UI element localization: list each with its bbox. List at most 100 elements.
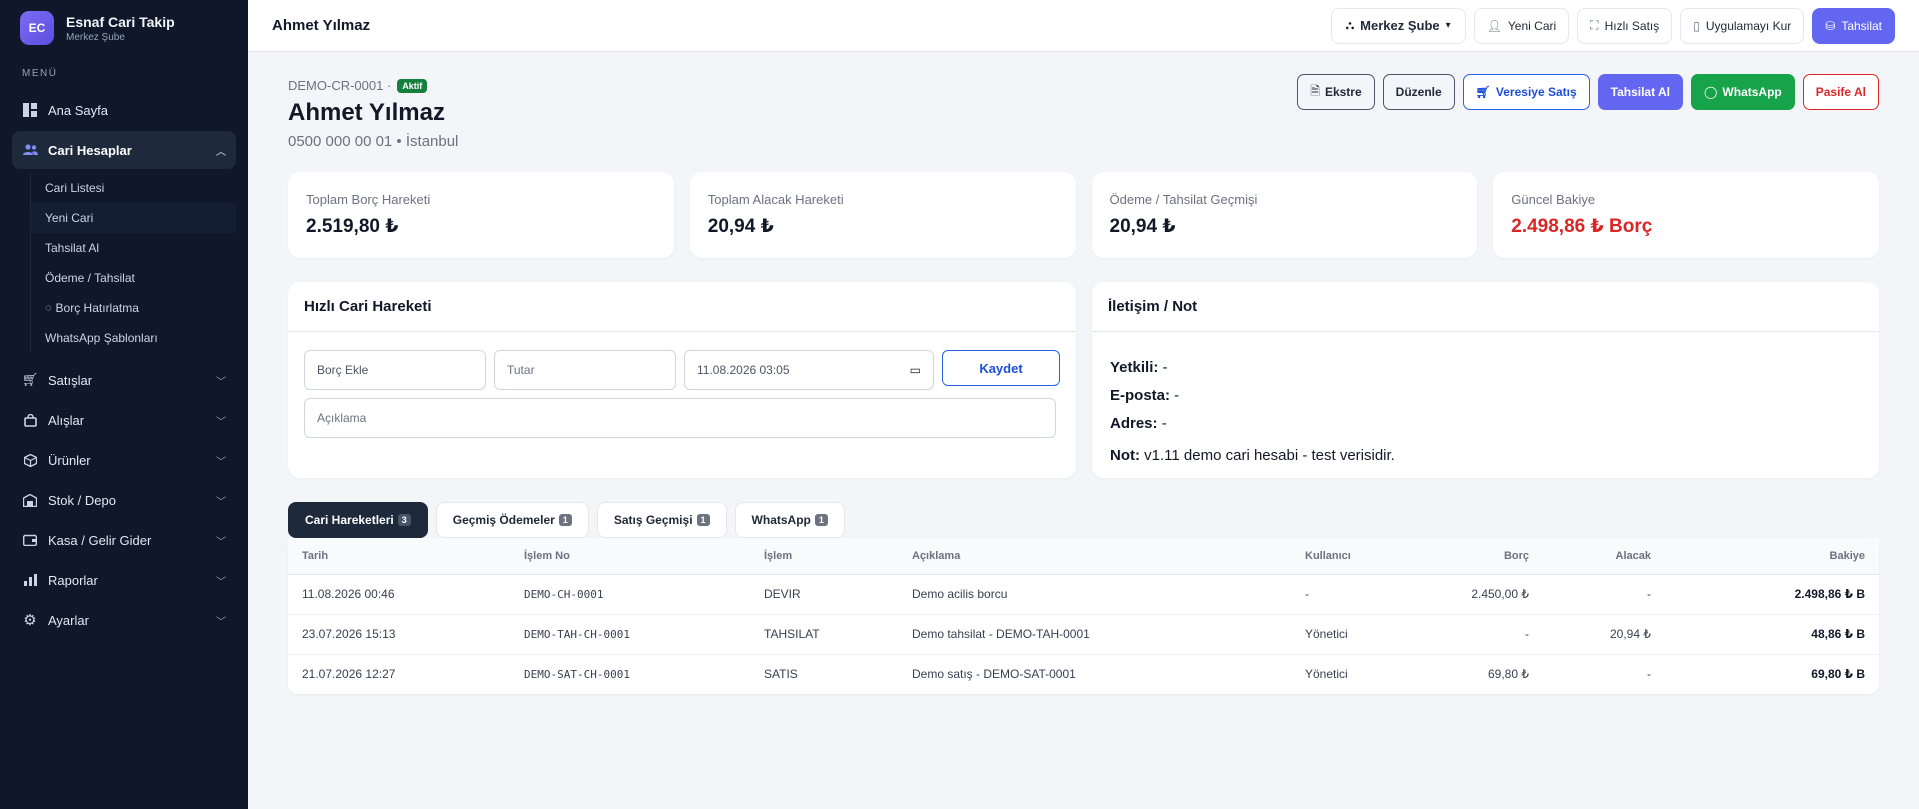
tab-cari-hareketleri[interactable]: Cari Hareketleri 3 bbox=[288, 502, 428, 538]
branch-label: Merkez Şube bbox=[1360, 18, 1440, 33]
forms-row: Hızlı Cari Hareketi Borç Ekle Tutar 11.0… bbox=[288, 282, 1879, 478]
table-row[interactable]: 21.07.2026 12:27 DEMO-SAT-CH-0001 SATIS … bbox=[288, 654, 1879, 694]
cell-transaction-no: DEMO-TAH-CH-0001 bbox=[510, 614, 750, 655]
chevron-up-icon: ︿ bbox=[216, 146, 226, 158]
subnav-whatsapp-sablonlari[interactable]: WhatsApp Şablonları bbox=[31, 323, 236, 353]
field-value: v1.11 demo cari hesabi - test verisidir. bbox=[1144, 447, 1395, 464]
cell-balance: 69,80 ₺ B bbox=[1811, 667, 1865, 682]
transaction-type-select[interactable]: Borç Ekle bbox=[304, 350, 486, 390]
table-row[interactable]: 23.07.2026 15:13 DEMO-TAH-CH-0001 TAHSIL… bbox=[288, 614, 1879, 655]
cell-user: Yönetici bbox=[1305, 667, 1348, 682]
menu-header: MENÜ bbox=[22, 68, 58, 79]
tab-label: Cari Hareketleri bbox=[305, 513, 394, 527]
field-value: - bbox=[1174, 387, 1180, 404]
status-badge: Aktif bbox=[397, 78, 428, 93]
quick-sale-button[interactable]: ⛶ Hızlı Satış bbox=[1577, 7, 1673, 44]
whatsapp-button[interactable]: ◯ WhatsApp bbox=[1690, 74, 1795, 110]
cell-credit: - bbox=[1647, 667, 1651, 682]
warehouse-icon bbox=[22, 492, 38, 508]
field-label: E-posta: bbox=[1110, 387, 1170, 404]
brand[interactable]: EC Esnaf Cari Takip Merkez Şube bbox=[0, 0, 248, 56]
install-app-button[interactable]: ▯ Uygulamayı Kur bbox=[1680, 7, 1805, 44]
deactivate-button[interactable]: Pasife Al bbox=[1802, 74, 1879, 110]
button-label: Uygulamayı Kur bbox=[1705, 18, 1792, 33]
add-user-icon: 👤︎ bbox=[1486, 18, 1502, 33]
collect-button[interactable]: ⛁ Tahsilat bbox=[1812, 7, 1895, 44]
column-header: Alacak bbox=[1543, 538, 1665, 575]
credit-sale-button[interactable]: 🛒︎ Veresiye Satış bbox=[1462, 74, 1590, 110]
subnav-borc-hatirlatma[interactable]: ◌ Borç Hatırlatma bbox=[31, 293, 236, 323]
card-title: İletişim / Not bbox=[1092, 282, 1879, 332]
subnav-tahsilat-al[interactable]: Tahsilat Al bbox=[31, 233, 236, 263]
sidebar-item-ayarlar[interactable]: ⚙ Ayarlar ﹀ bbox=[12, 601, 236, 639]
sidebar-item-cari-hesaplar[interactable]: Cari Hesaplar ︿ bbox=[12, 131, 236, 169]
count-badge: 1 bbox=[558, 514, 572, 526]
sidebar-item-alislar[interactable]: Alışlar ﹀ bbox=[12, 401, 236, 439]
tab-gecmis-odemeler[interactable]: Geçmiş Ödemeler 1 bbox=[435, 502, 589, 538]
subnav-cari-listesi[interactable]: Cari Listesi bbox=[31, 173, 236, 203]
sidebar-item-kasa[interactable]: Kasa / Gelir Gider ﹀ bbox=[12, 521, 236, 559]
users-icon bbox=[22, 142, 38, 158]
tabs: Cari Hareketleri 3 Geçmiş Ödemeler 1 Sat… bbox=[288, 502, 1879, 538]
column-header: Borç bbox=[1421, 538, 1543, 575]
authorized-row: Yetkili: - bbox=[1110, 354, 1861, 382]
tab-whatsapp[interactable]: WhatsApp 1 bbox=[734, 502, 845, 538]
button-label: WhatsApp bbox=[1722, 85, 1782, 99]
cari-code: DEMO-CR-0001 · bbox=[288, 78, 392, 93]
edit-button[interactable]: Düzenle bbox=[1382, 74, 1455, 110]
stat-value: 20,94 ₺ bbox=[707, 216, 774, 237]
column-header: Tarih bbox=[288, 538, 510, 575]
amount-input[interactable]: Tutar bbox=[494, 350, 676, 390]
stat-card-debit: Toplam Borç Hareketi 2.519,80 ₺ bbox=[288, 172, 674, 258]
sidebar-item-satislar[interactable]: 🛒︎ Satışlar ﹀ bbox=[12, 361, 236, 399]
cell-type: DEVIR bbox=[750, 574, 898, 615]
brand-subtitle: Merkez Şube bbox=[66, 31, 125, 43]
sidebar-item-urunler[interactable]: Ürünler ﹀ bbox=[12, 441, 236, 479]
table-row[interactable]: 11.08.2026 00:46 DEMO-CH-0001 DEVIR Demo… bbox=[288, 574, 1879, 615]
column-header: İşlem bbox=[750, 538, 898, 575]
chevron-down-icon: ﹀ bbox=[216, 536, 226, 548]
address-row: Adres: - bbox=[1110, 410, 1861, 438]
button-label: Tahsilat bbox=[1841, 18, 1882, 33]
chevron-down-icon: ﹀ bbox=[216, 416, 226, 428]
column-header: Bakiye bbox=[1665, 538, 1879, 575]
statement-button[interactable]: 🗎︎ Ekstre bbox=[1297, 74, 1375, 110]
stat-value: 2.519,80 ₺ bbox=[306, 216, 399, 237]
button-label: Veresiye Satış bbox=[1495, 85, 1577, 99]
description-input[interactable]: Açıklama bbox=[304, 398, 1056, 438]
cell-user: - bbox=[1291, 574, 1421, 615]
subnav-label: Borç Hatırlatma bbox=[55, 301, 139, 315]
stat-card-balance: Güncel Bakiye 2.498,86 ₺ Borç bbox=[1493, 172, 1879, 258]
calendar-icon: ▭ bbox=[909, 363, 921, 377]
stat-label: Güncel Bakiye bbox=[1511, 192, 1596, 207]
button-label: Hızlı Satış bbox=[1604, 18, 1660, 33]
stats-row: Toplam Borç Hareketi 2.519,80 ₺ Toplam A… bbox=[288, 172, 1879, 258]
collect-payment-button[interactable]: Tahsilat Al bbox=[1597, 74, 1683, 110]
quick-transaction-card: Hızlı Cari Hareketi Borç Ekle Tutar 11.0… bbox=[288, 282, 1076, 478]
button-label: Yeni Cari bbox=[1507, 18, 1557, 33]
subnav-yeni-cari[interactable]: Yeni Cari bbox=[31, 203, 236, 233]
new-cari-button[interactable]: 👤︎ Yeni Cari bbox=[1473, 7, 1570, 44]
note-row: Not: v1.11 demo cari hesabi - test veris… bbox=[1110, 442, 1861, 470]
chevron-down-icon: ﹀ bbox=[216, 456, 226, 468]
stat-label: Toplam Borç Hareketi bbox=[306, 192, 431, 207]
document-icon: 🗎︎ bbox=[1310, 83, 1320, 98]
tab-satis-gecmisi[interactable]: Satış Geçmişi 1 bbox=[596, 502, 727, 538]
button-label: Ekstre bbox=[1324, 85, 1362, 99]
column-header: Kullanıcı bbox=[1291, 538, 1421, 575]
sidebar-item-label: Ayarlar bbox=[48, 612, 89, 628]
sidebar-item-home[interactable]: Ana Sayfa bbox=[12, 91, 236, 129]
subnav-odeme-tahsilat[interactable]: Ödeme / Tahsilat bbox=[31, 263, 236, 293]
branch-selector[interactable]: ⛬ Merkez Şube ▾ bbox=[1330, 7, 1466, 44]
page-title: Ahmet Yılmaz bbox=[272, 17, 371, 34]
field-label: Adres: bbox=[1110, 415, 1158, 432]
sidebar-item-label: Ürünler bbox=[48, 452, 91, 468]
datetime-input[interactable]: 11.08.2026 03:05 ▭ bbox=[684, 350, 934, 390]
column-header: İşlem No bbox=[510, 538, 750, 575]
sidebar-item-stok-depo[interactable]: Stok / Depo ﹀ bbox=[12, 481, 236, 519]
count-badge: 3 bbox=[397, 514, 411, 526]
sidebar-item-raporlar[interactable]: Raporlar ﹀ bbox=[12, 561, 236, 599]
cell-type: SATIS bbox=[764, 667, 798, 682]
cari-actions: 🗎︎ Ekstre Düzenle 🛒︎ Veresiye Satış Tahs… bbox=[1297, 74, 1879, 110]
save-button[interactable]: Kaydet bbox=[942, 350, 1060, 386]
